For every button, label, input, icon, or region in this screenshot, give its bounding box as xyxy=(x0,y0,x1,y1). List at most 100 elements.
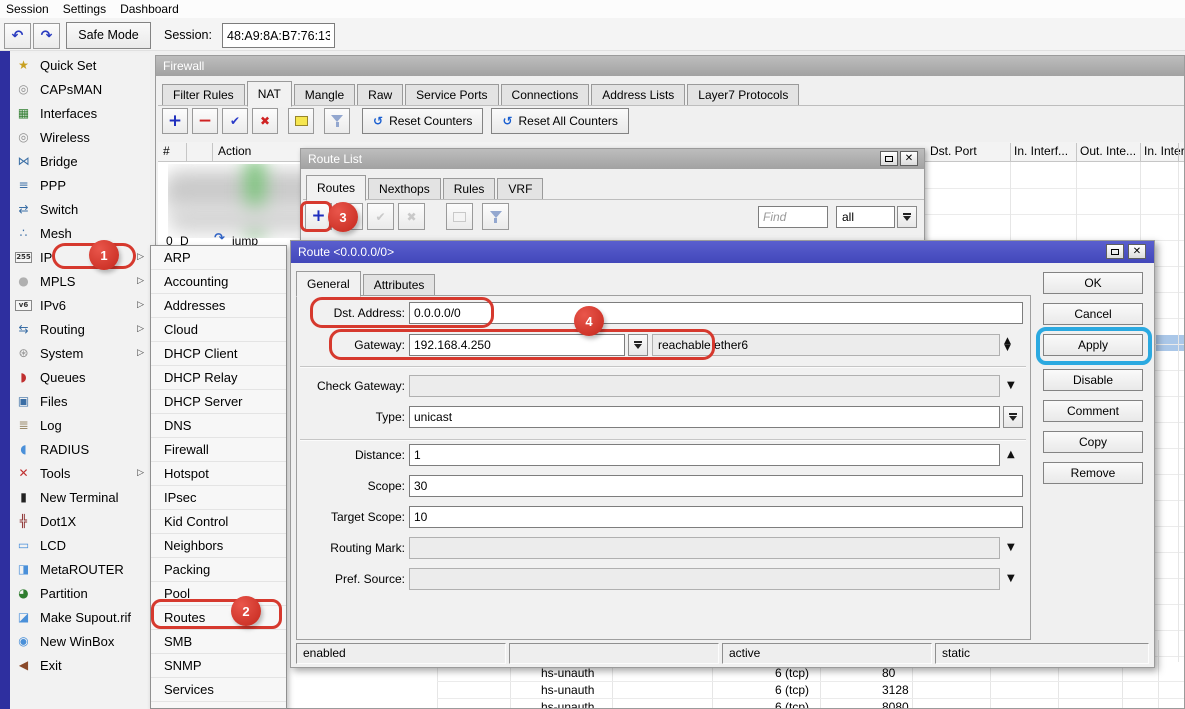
chevron-down-icon[interactable]: ▼ xyxy=(1007,375,1015,397)
gateway-dropdown-button[interactable] xyxy=(628,334,648,356)
route-dialog-tab-general[interactable]: General xyxy=(296,271,361,297)
firewall-tab-nat[interactable]: NAT xyxy=(247,81,292,107)
ip-submenu-item-routes[interactable]: Routes xyxy=(151,606,286,630)
column-header-action[interactable]: Action xyxy=(218,142,251,161)
sidebar-item-make-supout-rif[interactable]: ◪Make Supout.rif xyxy=(10,605,150,629)
cancel-button[interactable]: Cancel xyxy=(1043,303,1143,325)
filter-scope-select[interactable]: all xyxy=(836,206,895,228)
sidebar-item-new-winbox[interactable]: ◉New WinBox xyxy=(10,629,150,653)
scope-input[interactable] xyxy=(409,475,1023,497)
column-header-out-inte[interactable]: Out. Inte... xyxy=(1080,142,1136,161)
route-list-tab-vrf[interactable]: VRF xyxy=(497,178,543,200)
gateway-input[interactable] xyxy=(409,334,625,356)
sidebar-item-tools[interactable]: ✕Tools▷ xyxy=(10,461,150,485)
sidebar-item-wireless[interactable]: ◎Wireless xyxy=(10,125,150,149)
ok-button[interactable]: OK xyxy=(1043,272,1143,294)
pref-source-select[interactable] xyxy=(409,568,1000,590)
filter-scope-dropdown-button[interactable] xyxy=(897,206,917,228)
add-rule-button[interactable]: + xyxy=(162,108,188,134)
sidebar-item-ip[interactable]: 255IP▷ xyxy=(10,245,150,269)
disable-button[interactable]: Disable xyxy=(1043,369,1143,391)
firewall-tab-service-ports[interactable]: Service Ports xyxy=(405,84,498,106)
close-icon[interactable]: ✕ xyxy=(900,151,918,166)
firewall-tab-raw[interactable]: Raw xyxy=(357,84,403,106)
safe-mode-button[interactable]: Safe Mode xyxy=(66,22,151,49)
firewall-tab-mangle[interactable]: Mangle xyxy=(294,84,355,106)
enable-route-button[interactable]: ✔ xyxy=(367,203,394,230)
gateway-add-remove-spinner[interactable]: ▲▼ xyxy=(1004,334,1011,356)
comment-button[interactable]: Comment xyxy=(1043,400,1143,422)
chevron-down-icon[interactable]: ▼ xyxy=(1007,537,1015,559)
ip-submenu-item-services[interactable]: Services xyxy=(151,678,286,702)
route-list-window-title[interactable]: Route List xyxy=(301,149,924,169)
ip-submenu-item-neighbors[interactable]: Neighbors xyxy=(151,534,286,558)
column-header-dst-port[interactable]: Dst. Port xyxy=(930,142,977,161)
ip-submenu-item-snmp[interactable]: SNMP xyxy=(151,654,286,678)
sidebar-item-lcd[interactable]: ▭LCD xyxy=(10,533,150,557)
sidebar-item-new-terminal[interactable]: ▮New Terminal xyxy=(10,485,150,509)
ip-submenu-item-dhcp-client[interactable]: DHCP Client xyxy=(151,342,286,366)
undo-button[interactable]: ↶ xyxy=(4,23,31,49)
sidebar-item-bridge[interactable]: ⋈Bridge xyxy=(10,149,150,173)
sidebar-item-log[interactable]: ≣Log xyxy=(10,413,150,437)
maximize-button[interactable] xyxy=(880,151,898,166)
comment-rule-button[interactable] xyxy=(288,108,314,134)
distance-input[interactable] xyxy=(409,444,1000,466)
sidebar-item-exit[interactable]: ◀Exit xyxy=(10,653,150,677)
sidebar-item-switch[interactable]: ⇄Switch xyxy=(10,197,150,221)
ip-submenu-item-accounting[interactable]: Accounting xyxy=(151,270,286,294)
chevron-up-icon[interactable]: ▲ xyxy=(1007,444,1015,466)
sidebar-item-queues[interactable]: ◗Queues xyxy=(10,365,150,389)
enable-rule-button[interactable]: ✔ xyxy=(222,108,248,134)
chevron-down-icon[interactable]: ▼ xyxy=(1007,568,1015,590)
sidebar-item-mpls[interactable]: ●MPLS▷ xyxy=(10,269,150,293)
route-list-tab-routes[interactable]: Routes xyxy=(306,175,366,201)
column-header-in-interf[interactable]: In. Interf... xyxy=(1014,142,1068,161)
menu-settings[interactable]: Settings xyxy=(62,0,107,18)
apply-button[interactable]: Apply xyxy=(1043,334,1143,356)
sidebar-item-ppp[interactable]: ≡PPP xyxy=(10,173,150,197)
ip-submenu-item-smb[interactable]: SMB xyxy=(151,630,286,654)
session-input[interactable] xyxy=(222,23,335,48)
target-scope-input[interactable] xyxy=(409,506,1023,528)
ip-submenu-item-firewall[interactable]: Firewall xyxy=(151,438,286,462)
firewall-tab-filter-rules[interactable]: Filter Rules xyxy=(162,84,245,106)
sidebar-item-dot1x[interactable]: ╬Dot1X xyxy=(10,509,150,533)
sidebar-item-ipv6[interactable]: v6IPv6▷ xyxy=(10,293,150,317)
route-dialog-title[interactable]: Route <0.0.0.0/0> xyxy=(291,241,1154,263)
check-gateway-select[interactable] xyxy=(409,375,1000,397)
routing-mark-select[interactable] xyxy=(409,537,1000,559)
redo-button[interactable]: ↷ xyxy=(33,23,60,49)
ip-submenu-item-ipsec[interactable]: IPsec xyxy=(151,486,286,510)
dst-address-input[interactable] xyxy=(409,302,1023,324)
ip-submenu-item-packing[interactable]: Packing xyxy=(151,558,286,582)
route-list-tab-nexthops[interactable]: Nexthops xyxy=(368,178,441,200)
sidebar-item-interfaces[interactable]: ▦Interfaces xyxy=(10,101,150,125)
sidebar-item-capsman[interactable]: ◎CAPsMAN xyxy=(10,77,150,101)
menu-dashboard[interactable]: Dashboard xyxy=(119,0,180,18)
ip-submenu-item-addresses[interactable]: Addresses xyxy=(151,294,286,318)
menu-session[interactable]: Session xyxy=(5,0,50,18)
firewall-tab-address-lists[interactable]: Address Lists xyxy=(591,84,685,106)
firewall-tab-layer7-protocols[interactable]: Layer7 Protocols xyxy=(687,84,799,106)
sidebar-item-metarouter[interactable]: ◨MetaROUTER xyxy=(10,557,150,581)
close-icon[interactable]: ✕ xyxy=(1128,244,1146,259)
type-input[interactable] xyxy=(409,406,1000,428)
sidebar-item-system[interactable]: ⊛System▷ xyxy=(10,341,150,365)
disable-rule-button[interactable]: ✖ xyxy=(252,108,278,134)
remove-button[interactable]: Remove xyxy=(1043,462,1143,484)
maximize-button[interactable] xyxy=(1106,244,1124,259)
find-input[interactable] xyxy=(758,206,828,228)
sidebar-item-routing[interactable]: ⇆Routing▷ xyxy=(10,317,150,341)
ip-submenu-item-dhcp-relay[interactable]: DHCP Relay xyxy=(151,366,286,390)
copy-button[interactable]: Copy xyxy=(1043,431,1143,453)
selected-row-highlight[interactable] xyxy=(1156,335,1184,351)
firewall-window-title[interactable]: Firewall xyxy=(156,56,1184,76)
ip-submenu-item-cloud[interactable]: Cloud xyxy=(151,318,286,342)
disable-route-button[interactable]: ✖ xyxy=(398,203,425,230)
sidebar-item-radius[interactable]: ◖RADIUS xyxy=(10,437,150,461)
ip-submenu-item-dns[interactable]: DNS xyxy=(151,414,286,438)
route-list-tab-rules[interactable]: Rules xyxy=(443,178,496,200)
sidebar-item-files[interactable]: ▣Files xyxy=(10,389,150,413)
column-header-number[interactable]: # xyxy=(163,142,170,161)
